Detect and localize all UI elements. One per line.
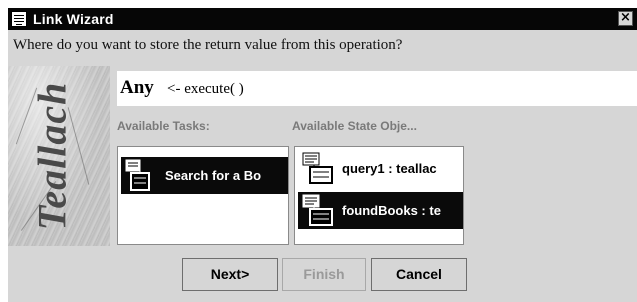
state-object-icon	[302, 194, 333, 226]
cancel-button[interactable]: Cancel	[371, 258, 467, 291]
expression-type: Any	[120, 77, 154, 98]
tasks-label: Available Tasks:	[117, 119, 210, 133]
state-object-icon	[302, 152, 333, 184]
expression-call: <- execute( )	[167, 81, 244, 97]
state-objects-label: Available State Obje...	[292, 119, 417, 133]
prompt-text: Where do you want to store the return va…	[13, 37, 403, 53]
task-item-label: Search for a Bo	[165, 168, 262, 183]
window-title: Link Wizard	[33, 11, 114, 27]
finish-button[interactable]: Finish	[282, 258, 366, 291]
title-bar[interactable]: Link Wizard ×	[8, 8, 637, 30]
next-button[interactable]: Next>	[182, 258, 278, 291]
task-icon	[125, 159, 150, 191]
return-value-expression: Any <- execute( )	[117, 71, 637, 106]
close-icon[interactable]: ×	[618, 11, 633, 26]
tasks-list[interactable]: Search for a Bo	[117, 146, 289, 245]
list-item[interactable]: Search for a Bo	[121, 157, 288, 194]
list-item[interactable]: query1 : teallac	[298, 150, 463, 187]
state-objects-list[interactable]: query1 : teallac foundBooks : te	[294, 146, 464, 245]
state-object-label: query1 : teallac	[342, 161, 437, 176]
side-logo-text: Teallach	[29, 81, 75, 231]
dialog-body: Where do you want to store the return va…	[8, 30, 637, 302]
side-logo-image: Teallach	[8, 66, 110, 246]
state-object-label: foundBooks : te	[342, 203, 441, 218]
window-icon	[11, 11, 27, 27]
list-item[interactable]: foundBooks : te	[298, 192, 463, 229]
